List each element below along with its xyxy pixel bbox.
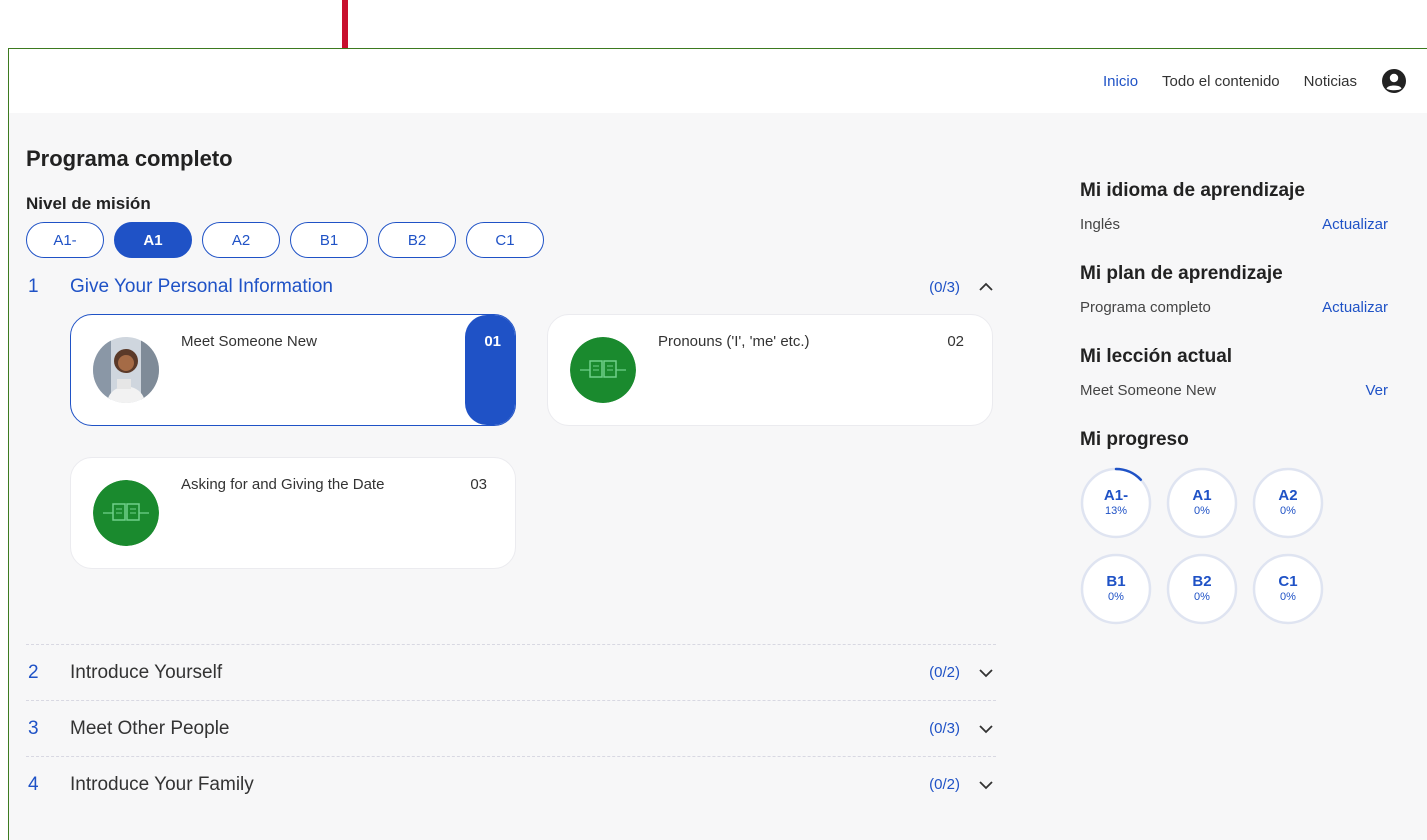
progress-block: Mi progreso A1- 13% A1 0% A2 0% B1 0% B2… [1080,429,1388,625]
level-pill-a1[interactable]: A1 [114,222,192,258]
nav-link-todo-el-contenido[interactable]: Todo el contenido [1162,73,1280,90]
level-label: Nivel de misión [26,194,151,213]
chevron-down-icon[interactable] [976,663,996,683]
lesson-card-3[interactable]: Asking for and Giving the Date 03 [70,457,516,569]
lesson-number: 01 [484,333,501,350]
book-icon [93,480,159,546]
progress-percent: 0% [1280,505,1296,517]
current-lesson-heading: Mi lección actual [1080,346,1233,367]
top-navigation: Inicio Todo el contenido Noticias [9,49,1427,113]
unit-header-1[interactable]: 1 Give Your Personal Information (0/3) [26,260,996,314]
progress-percent: 13% [1104,505,1128,517]
level-pill-b1[interactable]: B1 [290,222,368,258]
plan-value: Programa completo [1080,299,1211,316]
progress-level: A1 [1192,487,1212,504]
chevron-up-icon[interactable] [976,277,996,297]
unit-title[interactable]: Introduce Your Family [70,774,929,796]
selected-indicator [465,315,515,425]
current-lesson-block: Mi lección actual Meet Someone New Ver [1080,346,1388,399]
chevron-down-icon[interactable] [976,775,996,795]
unit-number: 4 [28,773,39,795]
progress-circle-c1: C1 0% [1252,553,1324,625]
progress-level: C1 [1278,573,1298,590]
unit-count: (0/3) [929,720,960,737]
language-block: Mi idioma de aprendizaje Inglés Actualiz… [1080,180,1388,233]
progress-level: A2 [1278,487,1298,504]
lesson-list: Meet Someone New 01 Pronouns ('I', 'me' … [26,314,996,644]
progress-circle-b2: B2 0% [1166,553,1238,625]
current-lesson-value: Meet Someone New [1080,382,1216,399]
progress-percent: 0% [1194,505,1210,517]
plan-heading: Mi plan de aprendizaje [1080,263,1283,284]
progress-circle-b1: B1 0% [1080,553,1152,625]
progress-heading: Mi progreso [1080,429,1189,450]
lesson-card-1[interactable]: Meet Someone New 01 [70,314,516,426]
progress-level: B1 [1106,573,1126,590]
level-selector: A1- A1 A2 B1 B2 C1 [26,222,996,258]
progress-percent: 0% [1194,591,1210,603]
level-pill-b2[interactable]: B2 [378,222,456,258]
chevron-down-icon[interactable] [976,719,996,739]
language-value: Inglés [1080,216,1121,233]
unit-title[interactable]: Meet Other People [70,718,929,740]
lesson-title: Asking for and Giving the Date [181,476,385,493]
progress-circle-a1: A1 0% [1166,467,1238,539]
nav-link-inicio[interactable]: Inicio [1103,73,1138,90]
unit-title[interactable]: Introduce Yourself [70,662,929,684]
unit-title[interactable]: Give Your Personal Information [70,276,929,298]
book-icon [570,337,636,403]
view-lesson-link[interactable]: Ver [1365,382,1388,399]
unit-row-2[interactable]: 2 Introduce Yourself (0/2) [26,644,996,700]
lesson-number: 02 [947,333,964,350]
unit-row-3[interactable]: 3 Meet Other People (0/3) [26,700,996,756]
progress-level: A1- [1103,487,1129,504]
lesson-title: Pronouns ('I', 'me' etc.) [658,333,810,350]
unit-count: (0/3) [929,278,960,296]
user-circle-icon[interactable] [1381,68,1407,94]
lesson-card-2[interactable]: Pronouns ('I', 'me' etc.) 02 [547,314,993,426]
lesson-title: Meet Someone New [181,333,317,350]
progress-percent: 0% [1280,591,1296,603]
update-language-link[interactable]: Actualizar [1322,216,1388,233]
level-pill-c1[interactable]: C1 [466,222,544,258]
progress-circle-a2: A2 0% [1252,467,1324,539]
progress-grid: A1- 13% A1 0% A2 0% B1 0% B2 0% C1 0% [1080,467,1388,625]
side-panel: Mi idioma de aprendizaje Inglés Actualiz… [1080,180,1388,655]
unit-count: (0/2) [929,776,960,793]
main-content: Programa completo Nivel de misión A1- A1… [26,146,996,812]
lesson-number: 03 [470,476,487,493]
unit-number: 2 [28,661,39,683]
level-pill-a2[interactable]: A2 [202,222,280,258]
page-title: Programa completo [26,146,233,171]
progress-level: B2 [1192,573,1212,590]
progress-percent: 0% [1108,591,1124,603]
unit-row-4[interactable]: 4 Introduce Your Family (0/2) [26,756,996,812]
unit-number: 3 [28,717,39,739]
update-plan-link[interactable]: Actualizar [1322,299,1388,316]
level-pill-a1-minus[interactable]: A1- [26,222,104,258]
plan-block: Mi plan de aprendizaje Programa completo… [1080,263,1388,316]
language-heading: Mi idioma de aprendizaje [1080,180,1305,201]
nav-link-noticias[interactable]: Noticias [1304,73,1357,90]
lesson-photo [93,337,159,403]
unit-count: (0/2) [929,664,960,681]
unit-number: 1 [28,276,39,297]
progress-circle-a1-minus: A1- 13% [1080,467,1152,539]
